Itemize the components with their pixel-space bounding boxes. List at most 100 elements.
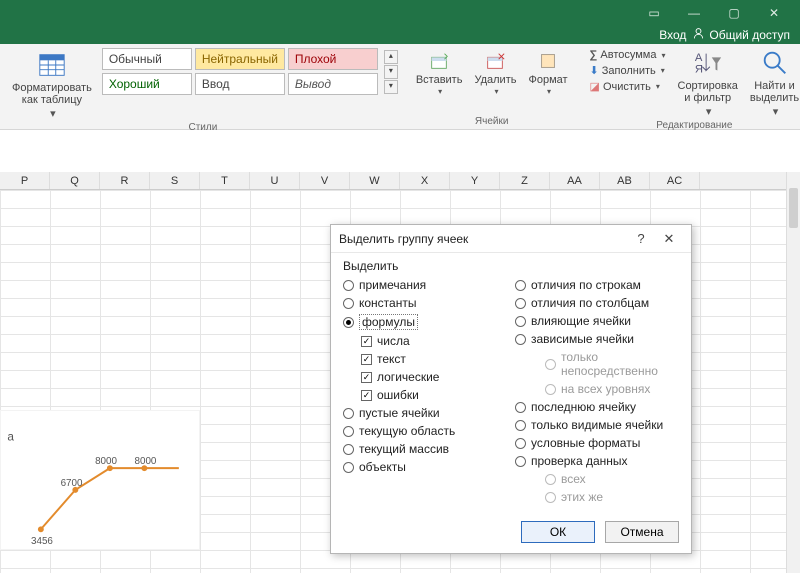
radio-direct-only: только непосредственно [515, 349, 679, 379]
format-as-table-button[interactable]: Форматировать как таблицу ▾ [8, 48, 96, 122]
format-button[interactable]: Формат▾ [522, 48, 573, 99]
fill-down-icon: ⬇ [590, 64, 599, 77]
options-left: примечания константы формулы числа текст… [343, 277, 507, 505]
style-good[interactable]: Хороший [102, 73, 192, 95]
col-header[interactable]: P [0, 172, 50, 189]
radio-current-region[interactable]: текущую область [343, 423, 507, 439]
group-cells: Вставить▾ Удалить▾ Формат▾ Ячейки [406, 46, 578, 129]
scrollbar-thumb[interactable] [789, 188, 798, 228]
goto-special-dialog: Выделить группу ячеек ? ✕ Выделить приме… [330, 224, 692, 554]
radio-objects[interactable]: объекты [343, 459, 507, 475]
style-input[interactable]: Ввод [195, 73, 285, 95]
gallery-down-icon[interactable]: ▾ [384, 65, 398, 79]
col-header[interactable]: V [300, 172, 350, 189]
fill-button[interactable]: ⬇Заполнить▾ [588, 63, 668, 78]
ribbon: Форматировать как таблицу ▾ Обычный Нейт… [0, 44, 800, 130]
radio-col-diff[interactable]: отличия по столбцам [515, 295, 679, 311]
login-link[interactable]: Вход [659, 28, 686, 42]
help-icon[interactable]: ? [627, 225, 655, 253]
clear-button[interactable]: ◪Очистить▾ [588, 79, 668, 94]
chart-legend-hint: а [7, 430, 14, 444]
radio-last-cell[interactable]: последнюю ячейку [515, 399, 679, 415]
vertical-scrollbar[interactable] [786, 172, 800, 573]
col-header[interactable]: X [400, 172, 450, 189]
radio-dependents[interactable]: зависимые ячейки [515, 331, 679, 347]
radio-data-validation[interactable]: проверка данных [515, 453, 679, 469]
ok-button[interactable]: ОК [521, 521, 595, 543]
radio-notes[interactable]: примечания [343, 277, 507, 293]
insert-button[interactable]: Вставить▾ [410, 48, 469, 99]
share-button[interactable]: Общий доступ [692, 27, 790, 43]
style-output[interactable]: Вывод [288, 73, 378, 95]
style-bad[interactable]: Плохой [288, 48, 378, 70]
check-numbers[interactable]: числа [343, 333, 507, 349]
chevron-down-icon: ▾ [494, 88, 498, 97]
col-header[interactable]: R [100, 172, 150, 189]
chart-label: 8000 [135, 456, 157, 467]
minimize-icon[interactable]: — [674, 0, 714, 26]
options-right: отличия по строкам отличия по столбцам в… [515, 277, 679, 505]
radio-formulas[interactable]: формулы [343, 313, 507, 331]
radio-blanks[interactable]: пустые ячейки [343, 405, 507, 421]
group-editing-label: Редактирование [586, 120, 800, 133]
format-as-table-label: Форматировать как таблицу [12, 82, 92, 106]
radio-current-array[interactable]: текущий массив [343, 441, 507, 457]
chevron-down-icon: ▾ [438, 88, 442, 97]
radio-cond-formats[interactable]: условные форматы [515, 435, 679, 451]
cancel-button[interactable]: Отмена [605, 521, 679, 543]
close-icon[interactable]: ✕ [754, 0, 794, 26]
insert-cells-icon [428, 50, 450, 72]
col-header[interactable]: AB [600, 172, 650, 189]
col-header[interactable]: T [200, 172, 250, 189]
embedded-chart[interactable]: а 3456 6700 8000 8000 [0, 410, 200, 550]
gallery-up-icon[interactable]: ▴ [384, 50, 398, 64]
svg-text:Я: Я [695, 63, 703, 75]
sort-filter-button[interactable]: AЯ Сортировка и фильтр▾ [674, 48, 742, 120]
column-headers[interactable]: P Q R S T U V W X Y Z AA AB AC [0, 172, 800, 190]
col-header[interactable]: S [150, 172, 200, 189]
style-normal[interactable]: Обычный [102, 48, 192, 70]
check-errors[interactable]: ошибки [343, 387, 507, 403]
col-header[interactable]: W [350, 172, 400, 189]
delete-cells-icon [484, 50, 506, 72]
col-header[interactable]: U [250, 172, 300, 189]
cell-styles-gallery[interactable]: Обычный Нейтральный Плохой Хороший Ввод … [102, 48, 378, 95]
radio-visible-only[interactable]: только видимые ячейки [515, 417, 679, 433]
radio-constants[interactable]: константы [343, 295, 507, 311]
dialog-section-label: Выделить [343, 259, 679, 273]
group-styles-label: Стили [8, 122, 398, 135]
col-header[interactable]: Q [50, 172, 100, 189]
dialog-title: Выделить группу ячеек [339, 232, 627, 246]
svg-text:A: A [695, 52, 703, 64]
eraser-icon: ◪ [590, 80, 600, 93]
group-styles: Форматировать как таблицу ▾ Обычный Нейт… [4, 46, 402, 129]
chart-label: 3456 [31, 536, 53, 547]
radio-precedents[interactable]: влияющие ячейки [515, 313, 679, 329]
col-header[interactable]: AA [550, 172, 600, 189]
find-select-button[interactable]: Найти и выделить▾ [746, 48, 800, 120]
delete-button[interactable]: Удалить▾ [468, 48, 522, 99]
col-header[interactable]: AC [650, 172, 700, 189]
close-icon[interactable]: ✕ [655, 225, 683, 253]
sort-filter-icon: AЯ [693, 48, 723, 78]
styles-gallery-scroll[interactable]: ▴ ▾ ▾ [384, 48, 398, 94]
find-icon [760, 48, 790, 78]
col-header[interactable]: Z [500, 172, 550, 189]
maximize-icon[interactable]: ▢ [714, 0, 754, 26]
check-logical[interactable]: логические [343, 369, 507, 385]
col-header[interactable]: Y [450, 172, 500, 189]
gallery-more-icon[interactable]: ▾ [384, 80, 398, 94]
style-neutral[interactable]: Нейтральный [195, 48, 285, 70]
ribbon-options-icon[interactable]: ▭ [634, 0, 674, 26]
autosum-button[interactable]: ∑Автосумма▾ [588, 48, 668, 62]
chevron-down-icon: ▾ [656, 82, 660, 91]
check-text[interactable]: текст [343, 351, 507, 367]
dialog-titlebar[interactable]: Выделить группу ячеек ? ✕ [331, 225, 691, 253]
chevron-down-icon: ▾ [706, 106, 712, 118]
chart-label: 6700 [61, 478, 83, 489]
radio-all-levels: на всех уровнях [515, 381, 679, 397]
radio-row-diff[interactable]: отличия по строкам [515, 277, 679, 293]
share-icon [692, 27, 705, 43]
titlebar-secondary: Вход Общий доступ [0, 26, 800, 44]
format-icon [537, 50, 559, 72]
